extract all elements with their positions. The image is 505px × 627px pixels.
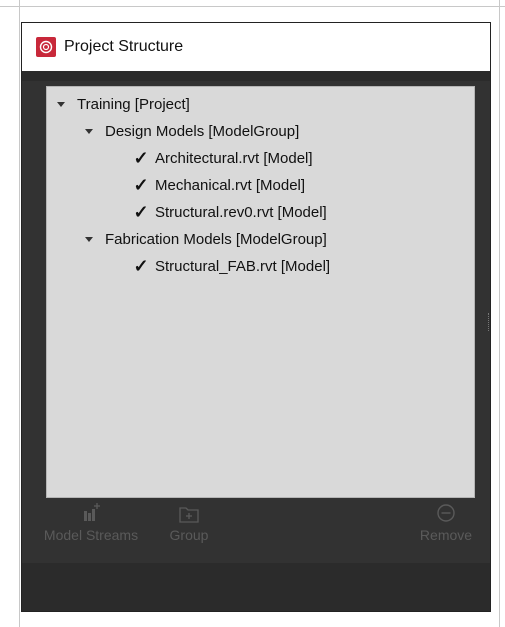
title-bar[interactable]: Project Structure xyxy=(22,23,490,71)
model-streams-add-icon xyxy=(82,501,100,523)
checkbox-checked-icon[interactable]: ✓ xyxy=(133,149,149,167)
status-strip xyxy=(22,563,490,611)
divider xyxy=(0,6,505,7)
tree-node-label: Structural_FAB.rvt [Model] xyxy=(155,257,331,275)
tree-node-label: Design Models [ModelGroup] xyxy=(105,122,300,140)
tree-node-label: Fabrication Models [ModelGroup] xyxy=(105,230,327,248)
resize-grip[interactable] xyxy=(488,313,491,331)
checkbox-checked-icon[interactable]: ✓ xyxy=(133,203,149,221)
tree-node-label: Training [Project] xyxy=(77,95,190,113)
panel-top-strip xyxy=(22,71,490,81)
model-streams-label: Model Streams xyxy=(43,527,139,543)
remove-circle-icon xyxy=(436,501,456,523)
bottom-toolbar: Model Streams Group Remove xyxy=(22,501,490,561)
tree-node-group[interactable]: Design Models [ModelGroup] xyxy=(85,118,299,144)
tree-node-model[interactable]: ✓ Architectural.rvt [Model] xyxy=(133,145,313,171)
divider xyxy=(19,0,20,627)
group-label: Group xyxy=(169,527,209,543)
checkbox-checked-icon[interactable]: ✓ xyxy=(133,257,149,275)
expand-arrow-icon[interactable] xyxy=(57,101,65,107)
tree-node-project[interactable]: Training [Project] xyxy=(57,91,190,117)
model-streams-button[interactable]: Model Streams xyxy=(36,501,146,543)
window-title: Project Structure xyxy=(64,38,184,55)
tree-node-model[interactable]: ✓ Structural.rev0.rvt [Model] xyxy=(133,199,327,225)
tree-node-model[interactable]: ✓ Mechanical.rvt [Model] xyxy=(133,172,305,198)
checkbox-checked-icon[interactable]: ✓ xyxy=(133,176,149,194)
tree-node-group[interactable]: Fabrication Models [ModelGroup] xyxy=(85,226,327,252)
expand-arrow-icon[interactable] xyxy=(85,128,93,134)
expand-arrow-icon[interactable] xyxy=(85,236,93,242)
project-structure-window: Project Structure Training [Project] Des… xyxy=(21,22,491,612)
tree-node-label: Structural.rev0.rvt [Model] xyxy=(155,203,327,221)
remove-button[interactable]: Remove xyxy=(416,501,476,543)
app-logo-icon xyxy=(36,37,56,57)
tree-node-model[interactable]: ✓ Structural_FAB.rvt [Model] xyxy=(133,253,330,279)
remove-label: Remove xyxy=(419,527,473,543)
add-group-icon xyxy=(179,501,199,523)
tree-node-label: Architectural.rvt [Model] xyxy=(155,149,313,167)
divider xyxy=(499,0,500,627)
group-button[interactable]: Group xyxy=(164,501,214,543)
project-tree: Training [Project] Design Models [ModelG… xyxy=(46,86,475,498)
screen-background: Project Structure Training [Project] Des… xyxy=(0,0,505,627)
tree-node-label: Mechanical.rvt [Model] xyxy=(155,176,306,194)
